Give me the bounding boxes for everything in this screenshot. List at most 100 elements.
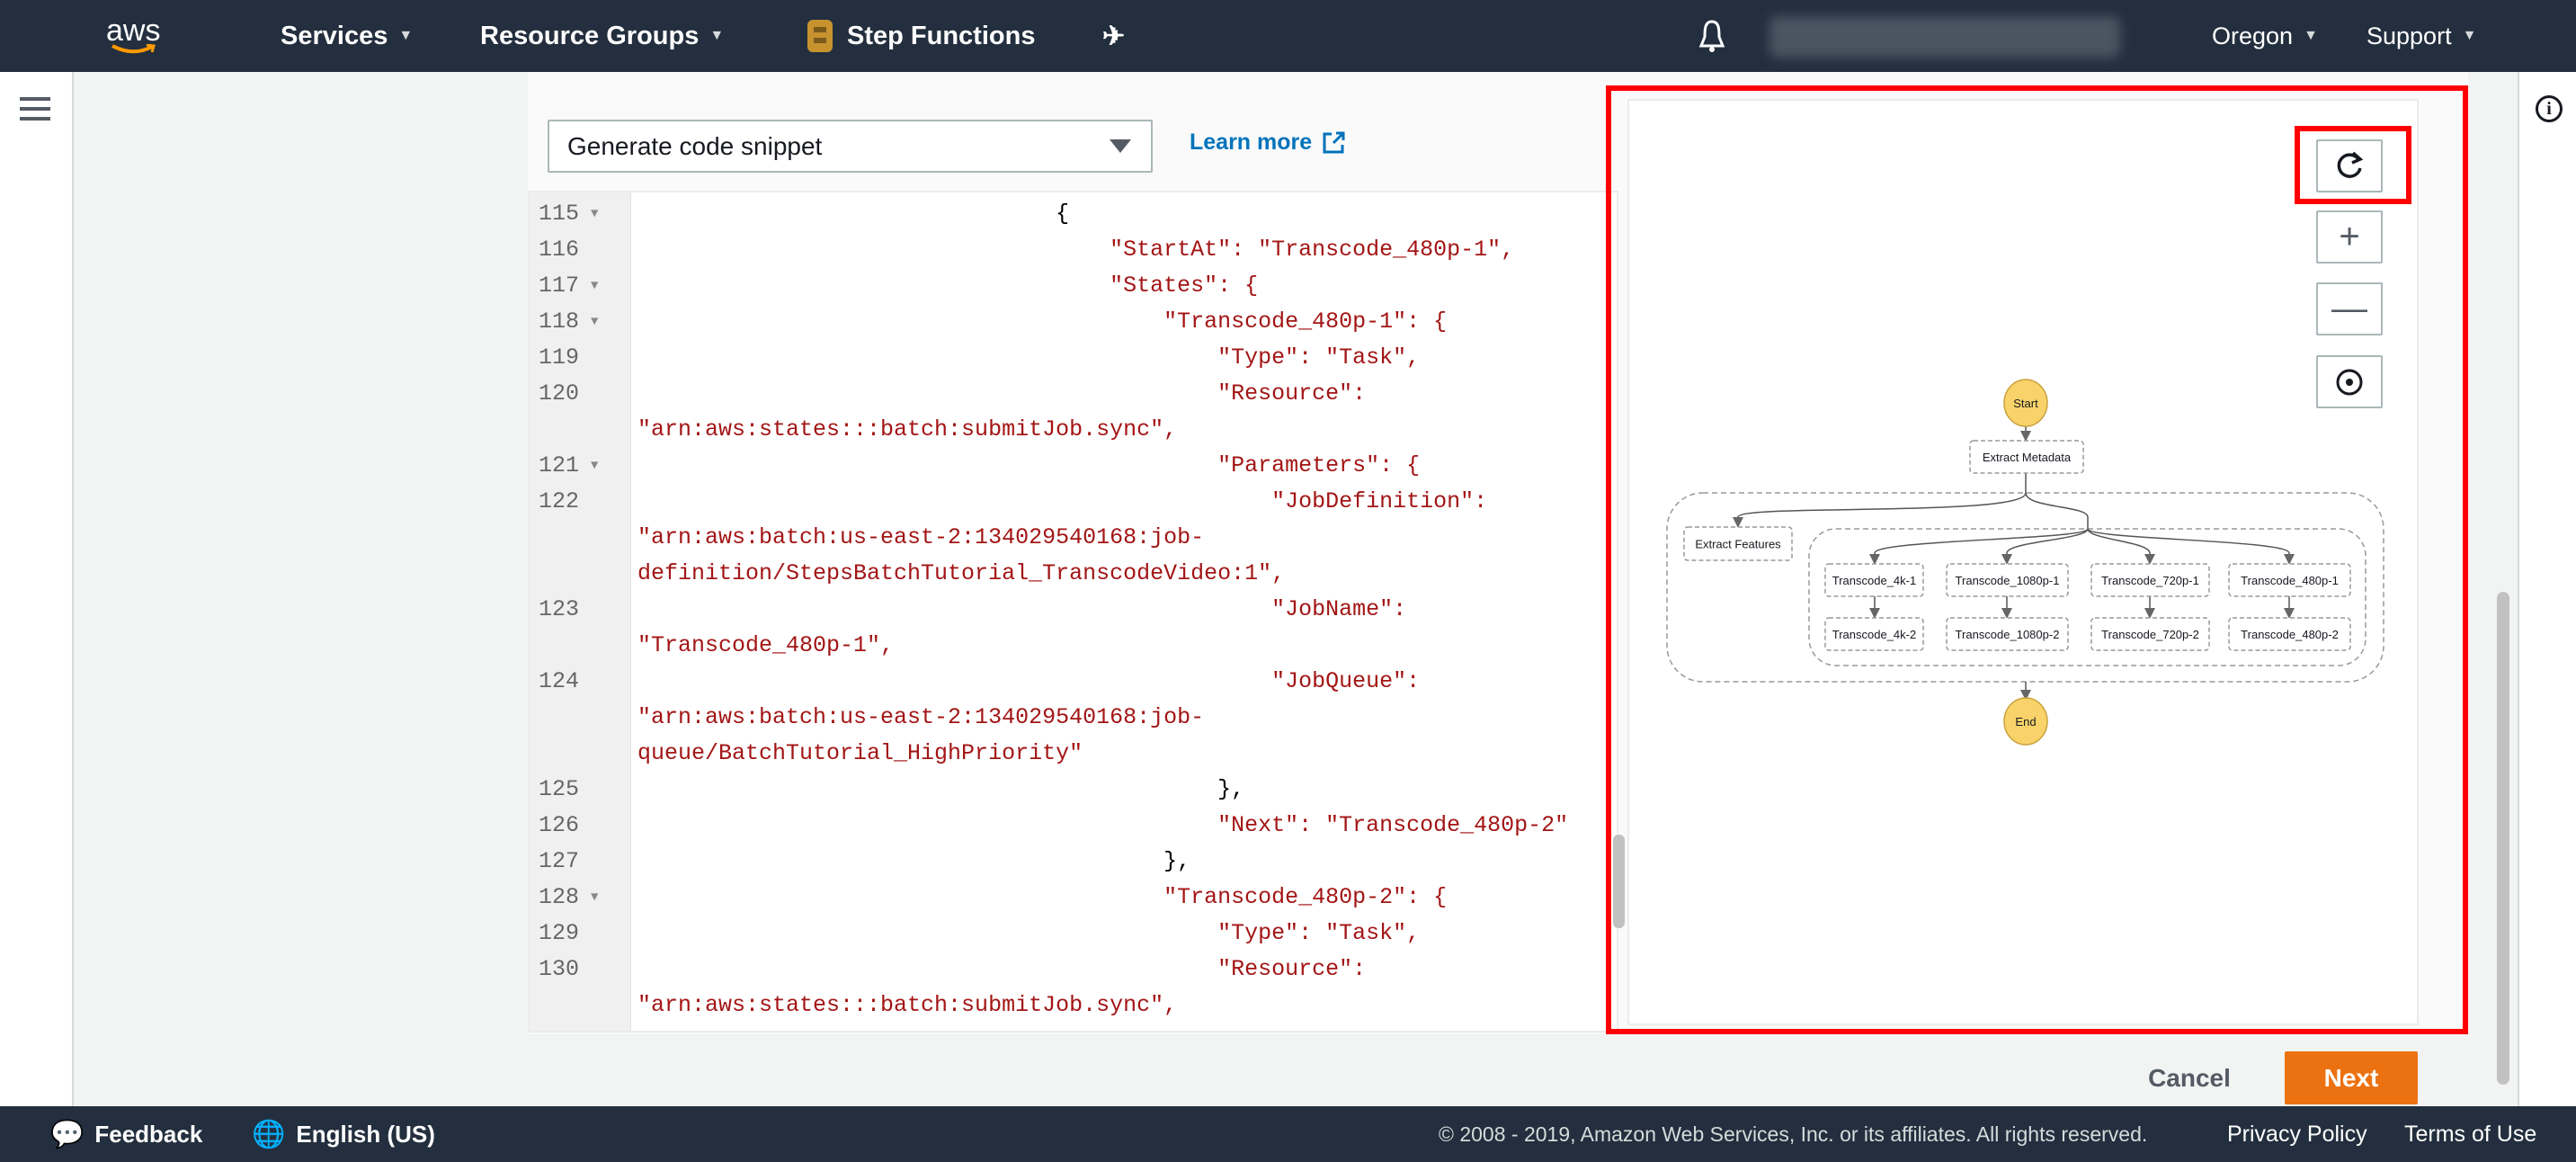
chevron-down-icon: ▼ [709, 28, 725, 43]
code-text: queue/BatchTutorial_HighPriority" [637, 740, 1083, 766]
line-number: 115 [539, 201, 580, 227]
dropdown-arrow-icon [1110, 139, 1131, 153]
services-label: Services [281, 21, 388, 50]
info-icon[interactable]: i [2536, 95, 2563, 122]
fold-toggle-icon[interactable]: ▼ [591, 880, 598, 916]
language-selector[interactable]: 🌐 English (US) [252, 1106, 435, 1162]
line-number: 123 [539, 596, 580, 622]
code-line[interactable]: "arn:aws:states:::batch:submitJob.sync", [530, 988, 1609, 1023]
code-text: "JobQueue": [637, 668, 1421, 694]
code-text: "States": { [637, 273, 1259, 299]
code-line[interactable]: "arn:aws:batch:us-east-2:134029540168:jo… [530, 520, 1609, 556]
line-number: 117 [539, 273, 580, 299]
learn-more-link[interactable]: Learn more [1190, 130, 1346, 156]
code-line[interactable]: 121 ▼ "Parameters": { [530, 448, 1609, 484]
code-line[interactable]: 122 "JobDefinition": [530, 484, 1609, 520]
code-text: "Type": "Task", [637, 920, 1421, 946]
code-line[interactable]: 129 "Type": "Task", [530, 916, 1609, 952]
line-number: 119 [539, 344, 580, 371]
globe-icon: 🌐 [252, 1119, 286, 1149]
generate-code-snippet-select[interactable]: Generate code snippet [548, 120, 1153, 173]
code-line[interactable]: 123 "JobName": [530, 592, 1609, 628]
code-line[interactable]: 130 "Resource": [530, 952, 1609, 988]
page-scrollbar[interactable] [2497, 592, 2509, 1085]
code-line[interactable]: "arn:aws:states:::batch:submitJob.sync", [530, 412, 1609, 448]
code-editor[interactable]: 115 ▼ {116 "StartAt": "Transcode_480p-1",… [528, 191, 1618, 1032]
learn-more-label: Learn more [1190, 130, 1313, 155]
code-text: }, [637, 848, 1191, 874]
code-text: { [637, 201, 1070, 227]
hamburger-menu-icon[interactable] [20, 97, 50, 121]
highlight-box-refresh [2295, 126, 2411, 204]
step-functions-icon [807, 20, 833, 52]
line-number: 129 [539, 920, 580, 946]
resource-groups-menu[interactable]: Resource Groups ▼ [480, 0, 724, 72]
code-text: "Transcode_480p-2": { [637, 884, 1448, 910]
line-number: 116 [539, 237, 580, 263]
chevron-down-icon: ▼ [2304, 28, 2318, 43]
code-text: "arn:aws:batch:us-east-2:134029540168:jo… [637, 704, 1205, 730]
code-line[interactable]: 128 ▼ "Transcode_480p-2": { [530, 880, 1609, 916]
resource-groups-label: Resource Groups [480, 21, 700, 50]
next-button[interactable]: Next [2285, 1051, 2418, 1104]
line-number: 125 [539, 776, 580, 802]
code-text: "StartAt": "Transcode_480p-1", [637, 237, 1515, 263]
step-functions-label: Step Functions [847, 21, 1036, 50]
cancel-button[interactable]: Cancel [2140, 1051, 2239, 1104]
external-link-icon [1323, 131, 1345, 153]
pin-icon[interactable]: ✈ [1102, 0, 1125, 72]
support-menu[interactable]: Support ▼ [2367, 0, 2476, 72]
aws-logo[interactable]: aws [106, 0, 160, 72]
code-line[interactable]: 127 }, [530, 844, 1609, 880]
privacy-policy-link[interactable]: Privacy Policy [2227, 1106, 2367, 1162]
speech-bubble-icon: 💬 [50, 1119, 85, 1149]
code-text: "Transcode_480p-1": { [637, 308, 1448, 335]
code-text: "arn:aws:states:::batch:submitJob.sync", [637, 416, 1178, 442]
code-line[interactable]: 119 "Type": "Task", [530, 340, 1609, 376]
line-number: 121 [539, 452, 580, 478]
line-number: 120 [539, 380, 580, 407]
right-help-panel: i [2518, 72, 2576, 1106]
code-line[interactable]: 115 ▼ { [530, 196, 1609, 232]
code-text: "Type": "Task", [637, 344, 1421, 371]
copyright-text: © 2008 - 2019, Amazon Web Services, Inc.… [1439, 1122, 2148, 1146]
code-text: }, [637, 776, 1245, 802]
code-line[interactable]: 125 }, [530, 772, 1609, 808]
line-number: 118 [539, 308, 580, 335]
code-line[interactable]: definition/StepsBatchTutorial_TranscodeV… [530, 556, 1609, 592]
code-text: "Transcode_480p-1", [637, 632, 895, 658]
fold-toggle-icon[interactable]: ▼ [591, 268, 598, 304]
terms-of-use-link[interactable]: Terms of Use [2404, 1106, 2536, 1162]
aws-smile-icon [111, 44, 156, 54]
code-line[interactable]: 117 ▼ "States": { [530, 268, 1609, 304]
code-line[interactable]: 118 ▼ "Transcode_480p-1": { [530, 304, 1609, 340]
code-line[interactable]: queue/BatchTutorial_HighPriority" [530, 736, 1609, 772]
code-text: "JobName": [637, 596, 1407, 622]
code-line[interactable]: 116 "StartAt": "Transcode_480p-1", [530, 232, 1609, 268]
aws-logo-text: aws [106, 13, 161, 48]
feedback-button[interactable]: 💬 Feedback [50, 1106, 202, 1162]
fold-toggle-icon[interactable]: ▼ [591, 196, 598, 232]
line-number: 124 [539, 668, 580, 694]
chevron-down-icon: ▼ [398, 28, 414, 43]
line-number: 128 [539, 884, 580, 910]
account-menu[interactable] [1769, 16, 2120, 58]
step-functions-shortcut[interactable]: Step Functions [804, 0, 1035, 72]
line-number: 122 [539, 488, 580, 514]
code-text: "Parameters": { [637, 452, 1421, 478]
top-navigation-bar: aws Services ▼ Resource Groups ▼ Step Func… [0, 0, 2576, 72]
fold-toggle-icon[interactable]: ▼ [591, 304, 598, 340]
code-line[interactable]: "arn:aws:batch:us-east-2:134029540168:jo… [530, 700, 1609, 736]
code-line[interactable]: 120 "Resource": [530, 376, 1609, 412]
code-text: "Resource": [637, 956, 1367, 982]
code-line[interactable]: 126 "Next": "Transcode_480p-2" [530, 808, 1609, 844]
fold-toggle-icon[interactable]: ▼ [591, 448, 598, 484]
chevron-down-icon: ▼ [2462, 28, 2477, 43]
services-menu[interactable]: Services ▼ [281, 0, 413, 72]
region-menu[interactable]: Oregon ▼ [2212, 0, 2318, 72]
bell-icon[interactable] [1698, 0, 1726, 72]
next-label: Next [2323, 1063, 2379, 1092]
cancel-label: Cancel [2148, 1063, 2231, 1092]
code-line[interactable]: "Transcode_480p-1", [530, 628, 1609, 664]
code-line[interactable]: 124 "JobQueue": [530, 664, 1609, 700]
